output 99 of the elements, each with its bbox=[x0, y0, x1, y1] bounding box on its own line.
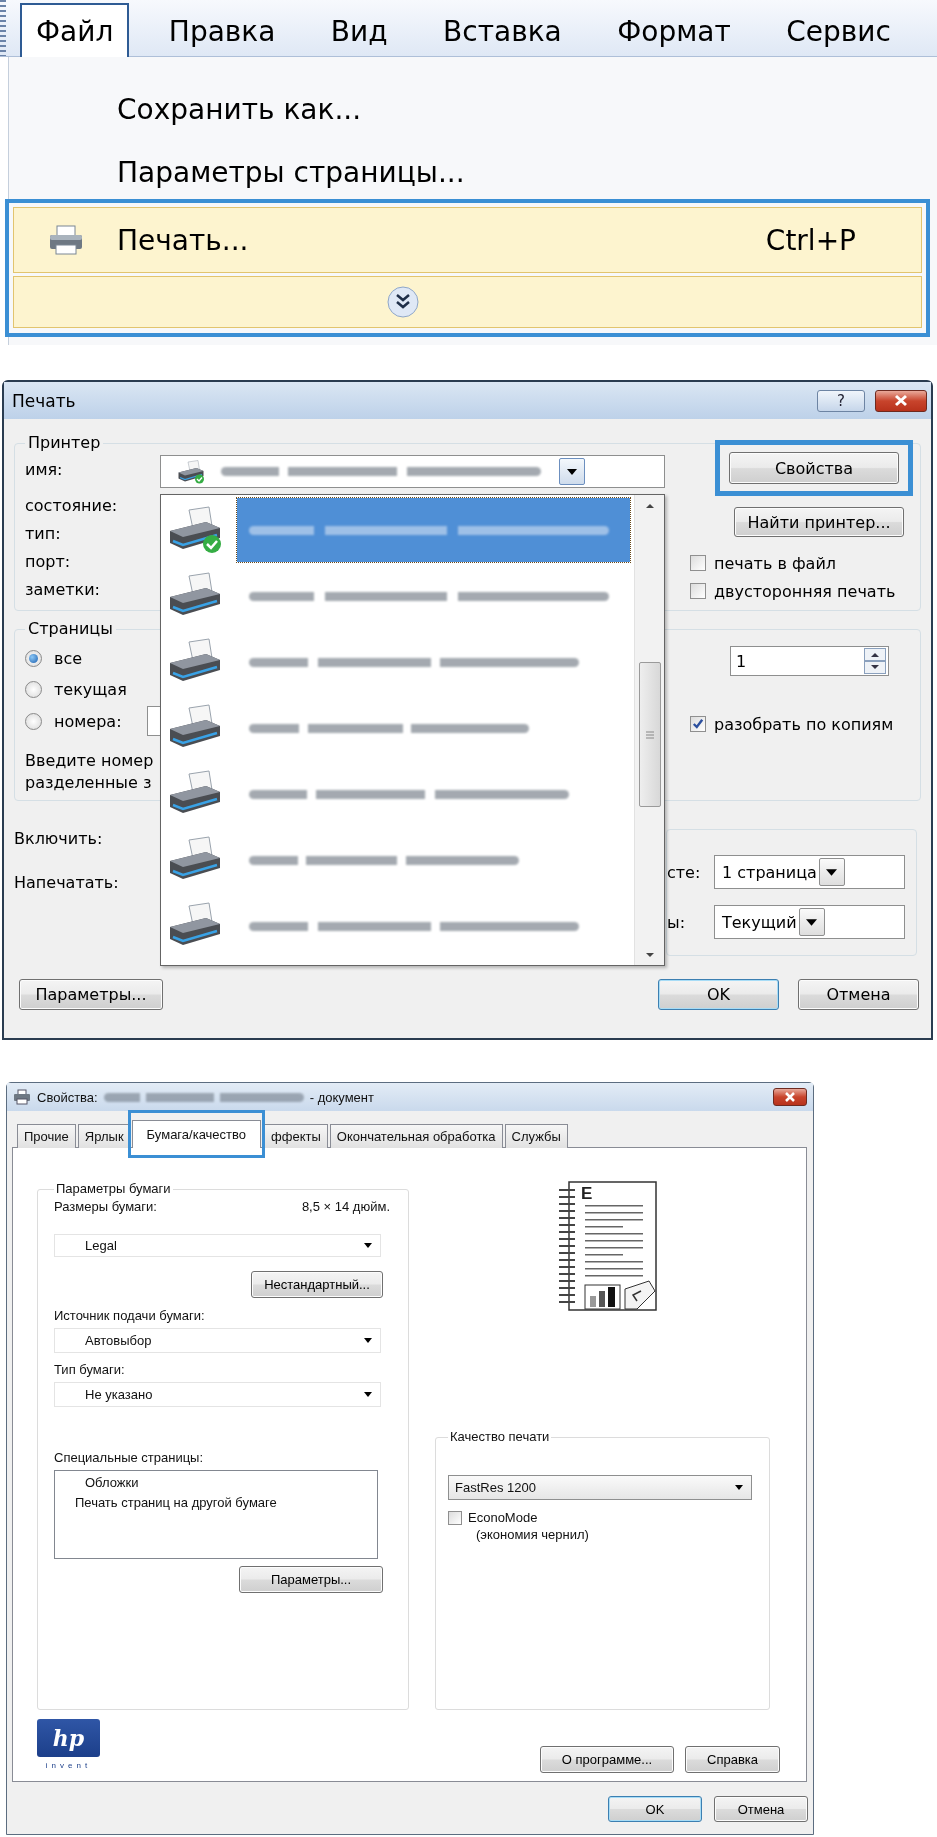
grip-handle[interactable] bbox=[0, 0, 6, 56]
field-label: тип: bbox=[25, 523, 62, 545]
group-title: Качество печати bbox=[449, 1429, 551, 1446]
tab[interactable]: Прочие bbox=[17, 1124, 76, 1148]
field-label: Включить: bbox=[14, 829, 104, 849]
hint-text: Введите номер bbox=[25, 750, 155, 772]
dialog-button[interactable]: OK bbox=[608, 1796, 702, 1822]
window-title-suffix: - документ bbox=[309, 1089, 374, 1105]
tab[interactable]: Окончательная обработка bbox=[329, 1124, 503, 1148]
select-field[interactable]: Legal bbox=[54, 1234, 381, 1257]
field-label: Напечатать: bbox=[14, 873, 120, 893]
checkbox[interactable] bbox=[690, 583, 706, 599]
properties-button[interactable]: Свойства bbox=[729, 452, 899, 484]
dropdown-arrow-icon bbox=[826, 868, 838, 876]
find-printer-button[interactable]: Найти принтер... bbox=[734, 507, 904, 537]
tab[interactable]: Службы bbox=[504, 1124, 568, 1148]
logo-tagline: invent bbox=[45, 1761, 92, 1771]
scrollbar[interactable] bbox=[634, 495, 664, 965]
close-button[interactable] bbox=[875, 389, 927, 412]
dialog-button[interactable]: Параметры... bbox=[19, 979, 163, 1010]
select-field[interactable]: 1 страница bbox=[714, 855, 905, 889]
help-button[interactable]: ? bbox=[817, 389, 865, 412]
checkbox-label: разобрать по копиям bbox=[714, 714, 894, 734]
field-label: сте: bbox=[667, 862, 701, 882]
menu-title[interactable]: Сервис bbox=[770, 4, 907, 56]
menu-item[interactable]: Сохранить как... bbox=[9, 73, 930, 145]
window-title: Печать bbox=[12, 390, 76, 411]
printer-icon bbox=[13, 1089, 31, 1105]
dialog-button[interactable]: OK bbox=[658, 979, 779, 1010]
field-label: порт: bbox=[25, 551, 72, 573]
about-button[interactable]: О программе... bbox=[540, 1746, 674, 1773]
radio-label: номера: bbox=[54, 711, 122, 731]
printer-select[interactable] bbox=[160, 455, 665, 488]
dropdown-arrow-icon bbox=[567, 468, 577, 475]
select-field[interactable]: Автовыбор bbox=[54, 1328, 381, 1353]
list-item[interactable]: Печать страниц на другой бумаге bbox=[75, 1495, 377, 1511]
hint-text: разделенные з bbox=[25, 772, 153, 794]
dropdown-arrow-icon bbox=[364, 1392, 372, 1397]
checkbox[interactable] bbox=[448, 1510, 462, 1525]
select-field[interactable]: Текущий bbox=[714, 905, 905, 939]
shortcut-label: Ctrl+P bbox=[765, 223, 856, 257]
field-label: состояние: bbox=[25, 495, 119, 517]
radio-button[interactable] bbox=[25, 712, 42, 730]
field-label: ы: bbox=[667, 912, 686, 932]
printer-icon bbox=[177, 459, 205, 484]
select-field[interactable]: Не указано bbox=[54, 1382, 381, 1407]
menu-item[interactable]: Печать... Ctrl+P bbox=[13, 207, 922, 273]
logo: hp bbox=[37, 1719, 100, 1758]
grip-icon bbox=[645, 730, 654, 739]
menu-title[interactable]: Правка bbox=[152, 4, 292, 56]
field-label: заметки: bbox=[25, 579, 101, 601]
menu-item-label: Печать... bbox=[117, 223, 249, 257]
dialog-button[interactable]: Отмена bbox=[714, 1796, 808, 1822]
dropdown-arrow-icon bbox=[806, 918, 818, 926]
checkbox-note: (экономия чернил) bbox=[475, 1527, 590, 1544]
spin-buttons-icon bbox=[864, 648, 886, 674]
radio-button[interactable] bbox=[25, 680, 42, 698]
tab[interactable]: ффекты bbox=[262, 1124, 328, 1148]
list-item[interactable]: Обложки bbox=[85, 1475, 377, 1491]
close-icon bbox=[893, 394, 909, 407]
close-icon bbox=[784, 1092, 796, 1102]
field-label: Источник подачи бумаги: bbox=[54, 1308, 206, 1324]
field-label: Тип бумаги: bbox=[54, 1362, 126, 1378]
checkbox-label: двусторонняя печать bbox=[714, 581, 896, 601]
custom-size-button[interactable]: Нестандартный... bbox=[251, 1271, 383, 1298]
menu-title[interactable]: Вид bbox=[314, 4, 404, 56]
options-button[interactable]: Параметры... bbox=[239, 1566, 383, 1593]
menu-title[interactable]: Файл bbox=[20, 3, 130, 57]
radio-button[interactable] bbox=[25, 649, 42, 667]
checkbox[interactable] bbox=[690, 716, 706, 732]
menu-item[interactable]: Параметры страницы... bbox=[9, 145, 930, 199]
tab[interactable]: Ярлык bbox=[77, 1124, 131, 1148]
window-title: Свойства: bbox=[37, 1089, 98, 1105]
paper-size-value: 8,5 × 14 дюйм. bbox=[301, 1199, 390, 1215]
dropdown-arrow-icon bbox=[364, 1243, 372, 1248]
group-title: Параметры бумаги bbox=[55, 1181, 172, 1197]
tab[interactable]: Бумага/качество bbox=[131, 1120, 262, 1148]
checkbox-label: печать в файл bbox=[714, 553, 837, 573]
group-title: Страницы bbox=[27, 619, 114, 639]
page-preview-drawing: E bbox=[559, 1181, 657, 1312]
page-numbers-field[interactable] bbox=[147, 706, 160, 736]
field-label: Специальные страницы: bbox=[54, 1450, 205, 1466]
dropdown-arrow-icon bbox=[735, 1485, 743, 1491]
group-title: Принтер bbox=[27, 433, 102, 453]
double-chevron-icon bbox=[386, 285, 420, 319]
checkbox-label: EconoMode bbox=[468, 1510, 538, 1526]
radio-label: текущая bbox=[54, 679, 127, 699]
help-button[interactable]: Справка bbox=[685, 1746, 780, 1773]
radio-label: все bbox=[54, 648, 83, 668]
dropdown-arrow-icon bbox=[364, 1338, 372, 1343]
menu-title[interactable]: Формат bbox=[601, 4, 747, 56]
close-button[interactable] bbox=[773, 1088, 807, 1106]
dialog-button[interactable]: Отмена bbox=[798, 979, 919, 1010]
select-field[interactable]: FastRes 1200 bbox=[448, 1475, 752, 1501]
field-label: Размеры бумаги: bbox=[54, 1199, 157, 1215]
menu-title[interactable]: Вставка bbox=[427, 4, 578, 56]
checkbox[interactable] bbox=[690, 555, 706, 571]
field-label: имя: bbox=[25, 459, 64, 481]
copies-field[interactable]: 1 bbox=[730, 646, 889, 676]
